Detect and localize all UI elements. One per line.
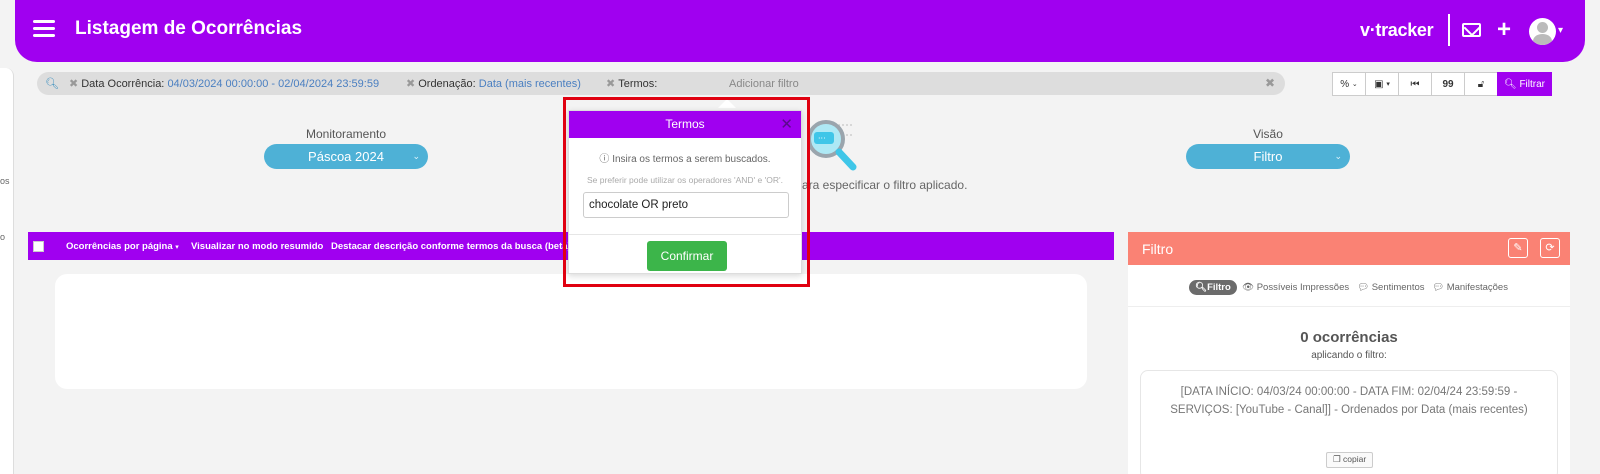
popover-header: Termos ✕	[569, 111, 801, 138]
filtrar-button[interactable]: 🔍︎ Filtrar	[1497, 72, 1552, 96]
header-divider	[1448, 14, 1450, 46]
select-all-checkbox[interactable]	[33, 241, 44, 252]
filter-chip-terms[interactable]: ✖ Termos:	[606, 77, 657, 90]
occurrence-count: 0 ocorrências	[1300, 329, 1398, 346]
refresh-icon[interactable]: ⟳	[1540, 238, 1560, 258]
termos-popover: Termos ✕ ⓘ Insira os termos a serem busc…	[568, 110, 802, 274]
sidebar-fragment: os	[0, 176, 10, 186]
monitoramento-label: Monitoramento	[305, 127, 387, 141]
mail-icon[interactable]	[1462, 23, 1481, 37]
chevron-down-icon[interactable]: ▾	[1558, 25, 1563, 36]
page-title: Listagem de Ocorrências	[75, 18, 303, 39]
comment-icon: 💬︎	[1432, 282, 1445, 293]
hint-text: ara especificar o filtro aplicado.	[802, 178, 968, 192]
popover-arrow	[718, 99, 736, 108]
copy-icon: ❐	[1333, 454, 1341, 464]
save-dropdown-button[interactable]: ▣ ▾	[1365, 72, 1399, 96]
toolbar: % ⌄ ▣ ▾ ⏮ 99 🔓︎ 🔍︎ Filtrar	[1332, 72, 1552, 96]
remove-chip-icon[interactable]: ✖	[606, 78, 615, 90]
visao-select[interactable]: Filtro ⌄	[1186, 144, 1350, 169]
help-icon: ⓘ	[599, 154, 610, 165]
filter-bar[interactable]: 🔍︎ ✖ Data Ocorrência: 04/03/2024 00:00:00…	[37, 72, 1285, 95]
left-sidebar	[0, 68, 14, 474]
tab-manifestacoes[interactable]: 💬︎ Manifestações	[1432, 282, 1508, 293]
results-panel	[55, 274, 1087, 389]
monitoramento-select[interactable]: Páscoa 2024 ⌄	[264, 144, 428, 169]
divider	[569, 234, 801, 235]
filtro-panel-title: Filtro	[1142, 241, 1174, 257]
terms-input[interactable]	[583, 192, 789, 218]
avatar[interactable]	[1529, 18, 1556, 45]
tab-filtro[interactable]: 🔍︎Filtro	[1189, 280, 1237, 295]
first-page-button[interactable]: ⏮	[1398, 72, 1432, 96]
edit-icon[interactable]: ✎	[1508, 238, 1528, 258]
confirm-button[interactable]: Confirmar	[647, 241, 727, 271]
percent-button[interactable]: % ⌄	[1332, 72, 1366, 96]
filter-chip-order[interactable]: ✖ Ordenação: Data (mais recentes)	[406, 77, 581, 90]
visao-label: Visão	[1253, 127, 1283, 141]
search-icon[interactable]: 🔍︎	[45, 77, 59, 90]
unlock-button[interactable]: 🔓︎	[1464, 72, 1498, 96]
save-icon: ▣	[1374, 78, 1384, 90]
search-icon: 🔍︎	[1503, 78, 1517, 90]
brand-logo[interactable]: v·tracker	[1360, 20, 1434, 41]
popover-note: Se preferir pode utilizar os operadores …	[587, 175, 783, 185]
popover-title: Termos	[665, 117, 705, 131]
eye-icon: 👁︎	[1242, 282, 1255, 293]
magnifier-illustration-icon: ···	[807, 120, 857, 171]
comment-icon: 💬︎	[1357, 282, 1370, 293]
copy-button[interactable]: ❐ copiar	[1326, 452, 1374, 468]
close-icon[interactable]: ✕	[780, 111, 793, 138]
sidebar-fragment: o	[0, 232, 6, 242]
filter-chip-date[interactable]: ✖ Data Ocorrência: 04/03/2024 00:00:00 - …	[69, 77, 379, 90]
menu-icon[interactable]	[33, 20, 55, 38]
filtro-panel-header: Filtro ✎ ⟳	[1128, 232, 1570, 265]
filter-subtitle: aplicando o filtro:	[1311, 350, 1387, 361]
unlock-icon: 🔓︎	[1477, 78, 1485, 90]
per-page-dropdown[interactable]: Ocorrências por página ▾	[66, 241, 179, 252]
clear-filters-icon[interactable]: ✖	[1265, 76, 1275, 90]
tab-possiveis-impressoes[interactable]: 👁︎ Possíveis Impressões	[1242, 282, 1349, 293]
summary-mode-link[interactable]: Visualizar no modo resumido	[191, 241, 323, 252]
svg-text:···: ···	[818, 134, 826, 143]
top-header: Listagem de Ocorrências v·tracker + ▾	[15, 0, 1585, 62]
first-page-icon: ⏮	[1410, 78, 1420, 90]
divider	[1128, 306, 1570, 307]
popover-instruction: ⓘ Insira os termos a serem buscados.	[599, 154, 771, 165]
quote-icon: 99	[1442, 78, 1454, 90]
add-filter-input[interactable]: Adicionar filtro	[729, 78, 799, 90]
highlight-terms-link[interactable]: Destacar descrição conforme termos da bu…	[331, 241, 571, 252]
quote-button[interactable]: 99	[1431, 72, 1465, 96]
filtro-panel: Filtro ✎ ⟳ 🔍︎Filtro 👁︎ Possíveis Impress…	[1128, 232, 1570, 474]
search-icon: 🔍︎	[1195, 282, 1208, 293]
remove-chip-icon[interactable]: ✖	[69, 78, 78, 90]
chevron-down-icon: ⌄	[412, 151, 420, 161]
tab-sentimentos[interactable]: 💬︎ Sentimentos	[1357, 282, 1425, 293]
remove-chip-icon[interactable]: ✖	[406, 78, 415, 90]
plus-icon[interactable]: +	[1497, 18, 1511, 42]
chevron-down-icon: ⌄	[1334, 151, 1342, 161]
